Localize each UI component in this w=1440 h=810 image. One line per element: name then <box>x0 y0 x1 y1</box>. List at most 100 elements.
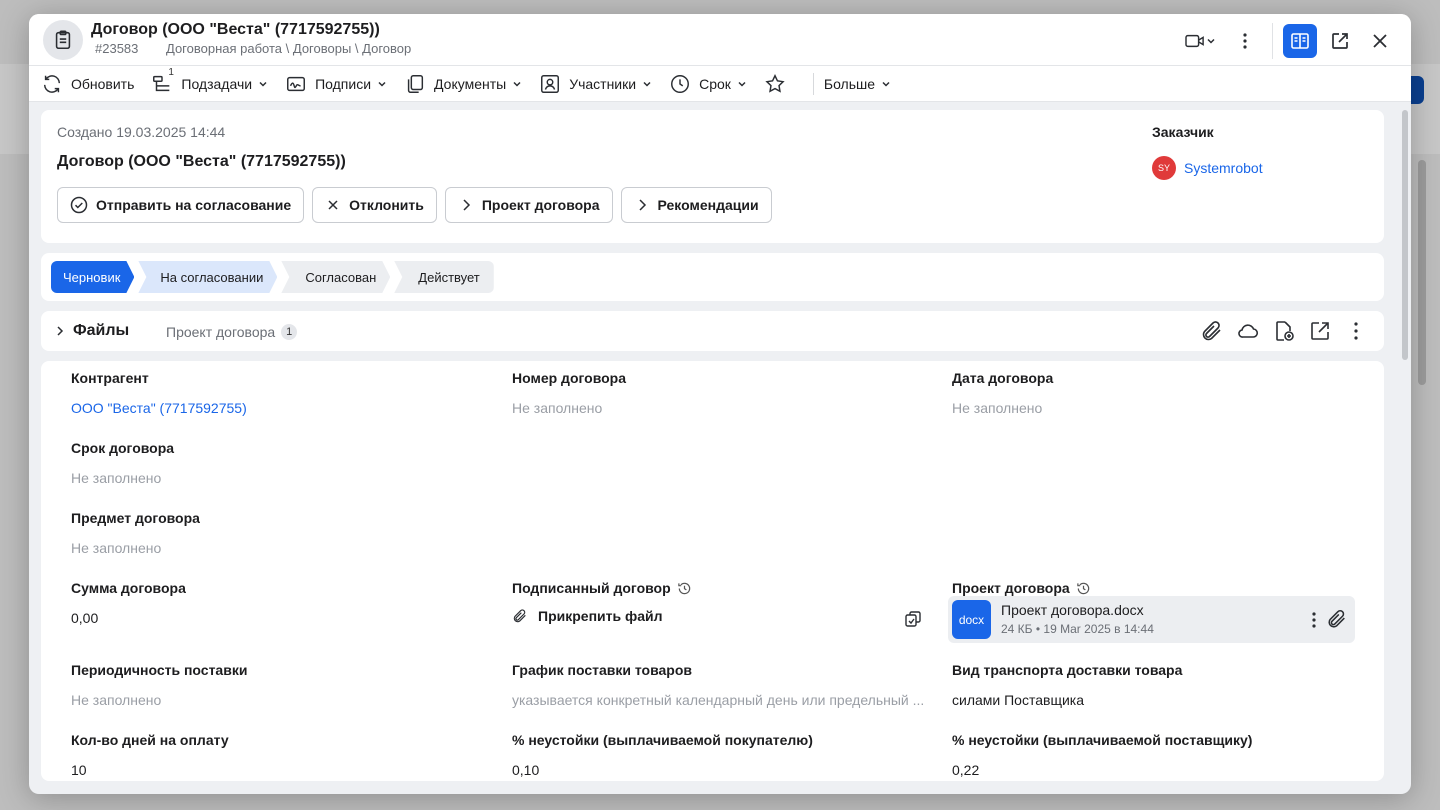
open-new-window-button[interactable] <box>1323 24 1357 58</box>
files-toggle[interactable]: Файлы <box>53 322 129 340</box>
customer-label: Заказчик <box>1152 124 1214 140</box>
documents-menu[interactable]: Документы <box>404 66 531 102</box>
refresh-button[interactable]: Обновить <box>41 66 143 102</box>
signature-icon <box>287 76 306 91</box>
content-scrollbar[interactable] <box>1402 110 1408 360</box>
schedule-value[interactable]: указывается конкретный календарный день … <box>512 692 924 708</box>
deadline-menu[interactable]: Срок <box>669 66 756 102</box>
file-attachment[interactable]: docx Проект договора.docx 24 КБ • 19 Мar… <box>948 596 1355 643</box>
paperclip-icon[interactable] <box>1200 319 1224 343</box>
chevron-right-icon <box>57 326 64 336</box>
documents-label: Документы <box>434 75 507 92</box>
subject-value[interactable]: Не заполнено <box>71 540 200 556</box>
pay-days-value[interactable]: 10 <box>71 762 229 778</box>
draft-label: Проект договора <box>952 580 1070 596</box>
penalty-supplier-value[interactable]: 0,22 <box>952 762 1252 778</box>
document-title: Договор (ООО "Веста" (7717592755)) <box>57 153 346 170</box>
kebab-icon[interactable] <box>1312 612 1316 628</box>
stage-draft[interactable]: Черновик <box>51 261 134 293</box>
periodicity-label: Периодичность поставки <box>71 662 248 678</box>
reject-label: Отклонить <box>349 197 424 213</box>
attach-file-label: Прикрепить файл <box>538 608 663 624</box>
clipboard-icon <box>43 20 83 60</box>
copy-link-icon[interactable] <box>904 610 922 628</box>
counterparty-label: Контрагент <box>71 370 149 386</box>
stages-card: Черновик На согласовании Согласован Дейс… <box>41 253 1384 301</box>
customer-link[interactable]: SY Systemrobot <box>1152 156 1263 180</box>
breadcrumb[interactable]: Договорная работа \ Договоры \ Договор <box>166 41 411 56</box>
subject-label: Предмет договора <box>71 510 200 526</box>
file-name[interactable]: Проект договора.docx <box>1001 602 1144 618</box>
avatar: SY <box>1152 156 1176 180</box>
more-menu-button[interactable] <box>1228 24 1262 58</box>
dialog-title: Договор (ООО "Веста" (7717592755)) <box>91 21 380 38</box>
amount-label: Сумма договора <box>71 580 186 596</box>
counterparty-link[interactable]: ООО "Веста" (7717592755) <box>71 400 247 416</box>
kebab-icon[interactable] <box>1344 319 1368 343</box>
favorite-button[interactable] <box>764 66 803 102</box>
more-actions-menu[interactable]: Больше <box>824 66 900 102</box>
recommendations-button[interactable]: Рекомендации <box>620 187 772 223</box>
files-title: Файлы <box>73 322 130 339</box>
history-icon[interactable] <box>1076 581 1091 596</box>
stage-approved[interactable]: Согласован <box>281 261 390 293</box>
subtasks-label: Подзадачи <box>181 75 253 92</box>
deadline-label: Срок <box>699 75 731 92</box>
attach-file-button[interactable]: Прикрепить файл <box>512 608 922 624</box>
star-icon <box>765 73 785 93</box>
stage-active[interactable]: Действует <box>394 261 494 293</box>
stage-approval[interactable]: На согласовании <box>138 261 277 293</box>
external-link-icon[interactable] <box>1308 319 1332 343</box>
files-card: Файлы Проект договора 1 <box>41 311 1384 351</box>
penalty-buyer-value[interactable]: 0,10 <box>512 762 813 778</box>
transport-label: Вид транспорта доставки товара <box>952 662 1183 678</box>
book-panel-icon <box>1291 33 1309 49</box>
side-panel-toggle[interactable] <box>1283 24 1317 58</box>
number-value[interactable]: Не заполнено <box>512 400 626 416</box>
schedule-label: График поставки товаров <box>512 662 692 678</box>
reject-button[interactable]: Отклонить <box>312 187 437 223</box>
penalty-buyer-label: % неустойки (выплачиваемой покупателю) <box>512 732 813 748</box>
clock-icon <box>671 74 690 93</box>
term-label: Срок договора <box>71 440 175 456</box>
history-icon[interactable] <box>677 581 692 596</box>
divider <box>812 72 814 95</box>
close-button[interactable] <box>1363 24 1397 58</box>
participants-menu[interactable]: Участники <box>539 66 661 102</box>
record-id: #23583 <box>95 41 139 56</box>
created-date: Создано 19.03.2025 14:44 <box>57 124 226 140</box>
term-value[interactable]: Не заполнено <box>71 470 174 486</box>
video-icon <box>1185 34 1204 48</box>
close-icon <box>328 200 338 210</box>
contract-draft-label: Проект договора <box>481 197 600 213</box>
docx-icon: docx <box>952 600 991 639</box>
paperclip-icon[interactable] <box>1326 608 1348 630</box>
add-file-icon[interactable] <box>1272 319 1296 343</box>
transport-value[interactable]: силами Поставщика <box>952 692 1182 708</box>
signatures-label: Подписи <box>315 75 372 92</box>
periodicity-value[interactable]: Не заполнено <box>71 692 247 708</box>
files-tab-draft[interactable]: Проект договора 1 <box>166 324 298 340</box>
date-label: Дата договора <box>952 370 1054 386</box>
external-link-icon <box>1332 33 1348 49</box>
refresh-label: Обновить <box>71 75 135 92</box>
chevron-down-icon <box>1207 38 1215 44</box>
title-bar: Договор (ООО "Веста" (7717592755)) #2358… <box>29 14 1411 66</box>
divider <box>1272 23 1273 59</box>
chevron-down-icon <box>738 81 746 87</box>
participants-label: Участники <box>569 75 637 92</box>
more-label: Больше <box>823 75 876 92</box>
contract-draft-button[interactable]: Проект договора <box>444 187 613 223</box>
chevron-down-icon <box>513 81 521 87</box>
chevron-down-icon <box>259 81 267 87</box>
date-value[interactable]: Не заполнено <box>952 400 1053 416</box>
signatures-menu[interactable]: Подписи <box>285 66 396 102</box>
customer-name[interactable]: Systemrobot <box>1184 160 1263 176</box>
amount-value[interactable]: 0,00 <box>71 610 186 626</box>
background-scrollbar <box>1418 160 1426 385</box>
send-for-approval-button[interactable]: Отправить на согласование <box>57 187 305 223</box>
kebab-icon <box>1243 33 1247 49</box>
cloud-icon[interactable] <box>1236 319 1260 343</box>
video-call-button[interactable] <box>1178 24 1222 58</box>
subtasks-menu[interactable]: 1 Подзадачи <box>151 66 277 102</box>
